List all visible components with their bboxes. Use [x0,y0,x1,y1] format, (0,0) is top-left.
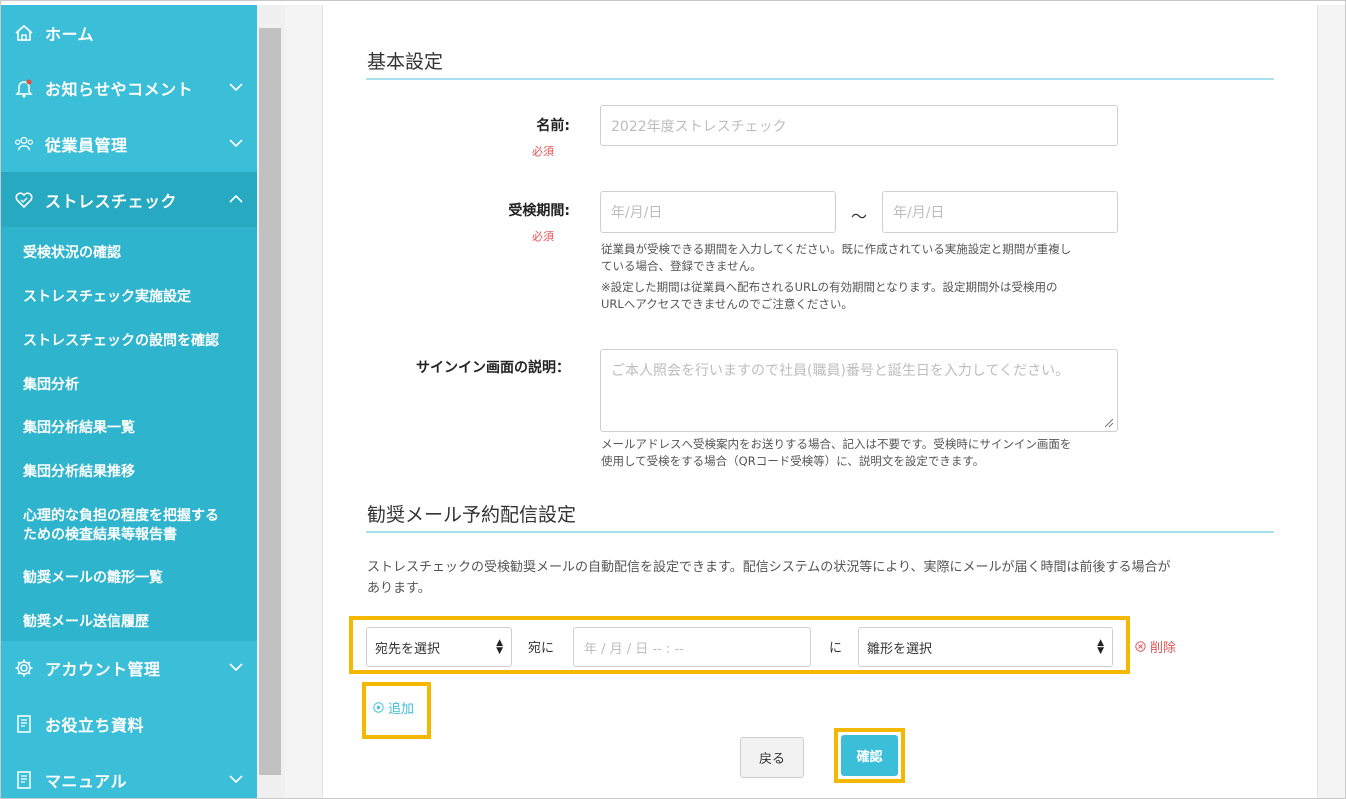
back-button[interactable]: 戻る [740,737,804,778]
period-help-line2: ている場合、登録できません。 [601,259,762,273]
gear-icon [14,658,34,678]
select-arrows-icon: ▲ ▼ [496,638,503,656]
scrollbar-thumb[interactable] [259,28,281,775]
sidebar-item-notifications[interactable]: お知らせやコメント [1,60,257,116]
heart-icon [14,190,34,210]
home-icon [14,23,34,43]
delete-link[interactable]: 削除 [1135,637,1176,656]
period-label: 受検期間: [508,203,570,219]
sidebar-item-label: ホーム [45,25,95,44]
name-label: 名前: [536,118,570,134]
chevron-down-icon [229,660,243,676]
submenu-item-current[interactable]: ストレスチェック実施設定 [23,288,191,307]
signin-help-line1: メールアドレスへ受検案内をお送りする場合、記入は不要です。受検時にサインイン画面… [601,437,1072,451]
recipient-select-value: 宛先を選択 [375,641,441,657]
sidebar-item-label: ストレスチェック [45,192,178,211]
period-help: 従業員が受検できる期間を入力してください。既に作成されている実施設定と期間が重複… [601,241,1071,313]
sidebar-item-label: アカウント管理 [45,660,161,679]
date-placeholder: 年/月/日 [893,205,945,221]
add-link[interactable]: 追加 [373,698,414,717]
sidebar-item-label: マニュアル [45,772,128,791]
section-title-mail: 勧奨メール予約配信設定 [367,504,577,526]
mail-description: ストレスチェックの受検勧奨メールの自動配信を設定できます。配信システムの状況等に… [367,557,1171,599]
sidebar-item-label: お知らせやコメント [45,80,194,99]
chevron-down-icon [229,136,243,152]
period-help-line4: URLへアクセスできませんのでご注意ください。 [601,297,853,311]
manual-icon [14,770,34,790]
datetime-input[interactable]: 年 / 月 / 日 -- : -- [573,627,811,667]
chevron-down-icon [229,772,243,788]
resize-handle-icon[interactable] [1104,418,1114,428]
signin-textarea[interactable]: ご本人照会を行いますので社員(職員)番号と誕生日を入力してください。 [600,349,1118,432]
select-arrows-icon: ▲ ▼ [1097,638,1104,656]
period-end-input[interactable]: 年/月/日 [882,191,1118,233]
submenu-item[interactable]: 勧奨メールの雛形一覧 [23,569,163,588]
submenu-item-line1: 心理的な負担の程度を把握する [23,508,219,524]
delete-label: 削除 [1150,641,1177,656]
date-placeholder: 年/月/日 [611,205,663,221]
add-label: 追加 [388,702,415,717]
period-help-line3: ※設定した期間は従業員へ配布されるURLの有効期間となります。設定期間外は受検用… [601,280,1058,294]
confirm-button[interactable]: 確認 [841,735,898,776]
ni-text: に [829,641,843,656]
period-start-input[interactable]: 年/月/日 [600,191,836,233]
chevron-down-icon [229,80,243,96]
required-badge: 必須 [532,230,554,243]
stresscheck-submenu: 受検状況の確認 ストレスチェック実施設定 ストレスチェックの設問を確認 集団分析… [1,227,257,641]
sidebar-item-employees[interactable]: 従業員管理 [1,116,257,172]
sidebar: ホーム お知らせやコメント 従業員管理 ストレスチェック 受検状況の確認 ストレ… [1,5,257,798]
sidebar-item-label: 従業員管理 [45,136,128,155]
submenu-item[interactable]: 心理的な負担の程度を把握する ための検査結果等報告書 [23,507,219,545]
required-badge: 必須 [532,145,554,158]
book-icon [14,714,34,734]
datetime-placeholder: 年 / 月 / 日 -- : -- [584,641,684,657]
mail-desc-line1: ストレスチェックの受検勧奨メールの自動配信を設定できます。配信システムの状況等に… [367,560,1171,575]
section-divider [366,78,1274,80]
sidebar-item-resources[interactable]: お役立ち資料 [1,696,257,752]
submenu-item[interactable]: 集団分析 [23,376,79,395]
period-help-line1: 従業員が受検できる期間を入力してください。既に作成されている実施設定と期間が重複… [601,242,1072,256]
signin-help-line2: 使用して受検をする場合（QRコード受検等）に、説明文を設定できます。 [601,454,985,468]
users-icon [14,134,34,154]
bell-icon [14,78,34,98]
submenu-item[interactable]: 受検状況の確認 [23,244,121,263]
submenu-item[interactable]: 勧奨メール送信履歴 [23,613,149,632]
sidebar-item-account[interactable]: アカウント管理 [1,640,257,696]
name-input[interactable]: 2022年度ストレスチェック [600,105,1118,146]
signin-placeholder: ご本人照会を行いますので社員(職員)番号と誕生日を入力してください。 [611,363,1070,379]
name-input-placeholder: 2022年度ストレスチェック [611,118,787,135]
sidebar-item-stresscheck[interactable]: ストレスチェック [1,172,257,228]
submenu-item[interactable]: 集団分析結果一覧 [23,419,135,438]
submenu-item[interactable]: ストレスチェックの設問を確認 [23,332,219,351]
sidebar-item-home[interactable]: ホーム [1,5,257,61]
sidebar-item-manual[interactable]: マニュアル [1,752,257,798]
signin-help: メールアドレスへ受検案内をお送りする場合、記入は不要です。受検時にサインイン画面… [601,436,1071,470]
template-select-value: 雛形を選択 [867,641,933,657]
chevron-up-icon [229,192,243,208]
recipient-select[interactable]: 宛先を選択 ▲ ▼ [366,627,512,667]
to-text: 宛に [528,641,555,656]
sidebar-item-label: お役立ち資料 [45,716,145,735]
section-divider [366,531,1274,533]
remove-circle-icon [1135,641,1146,652]
add-circle-icon [373,702,384,713]
tilde-separator: ～ [851,207,868,226]
mail-desc-line2: あります。 [367,581,431,596]
section-title-basic: 基本設定 [367,51,444,73]
template-select[interactable]: 雛形を選択 ▲ ▼ [858,627,1113,667]
submenu-item[interactable]: 集団分析結果推移 [23,463,135,482]
submenu-item-line2: ための検査結果等報告書 [23,527,177,543]
signin-label: サインイン画面の説明： [416,360,570,376]
